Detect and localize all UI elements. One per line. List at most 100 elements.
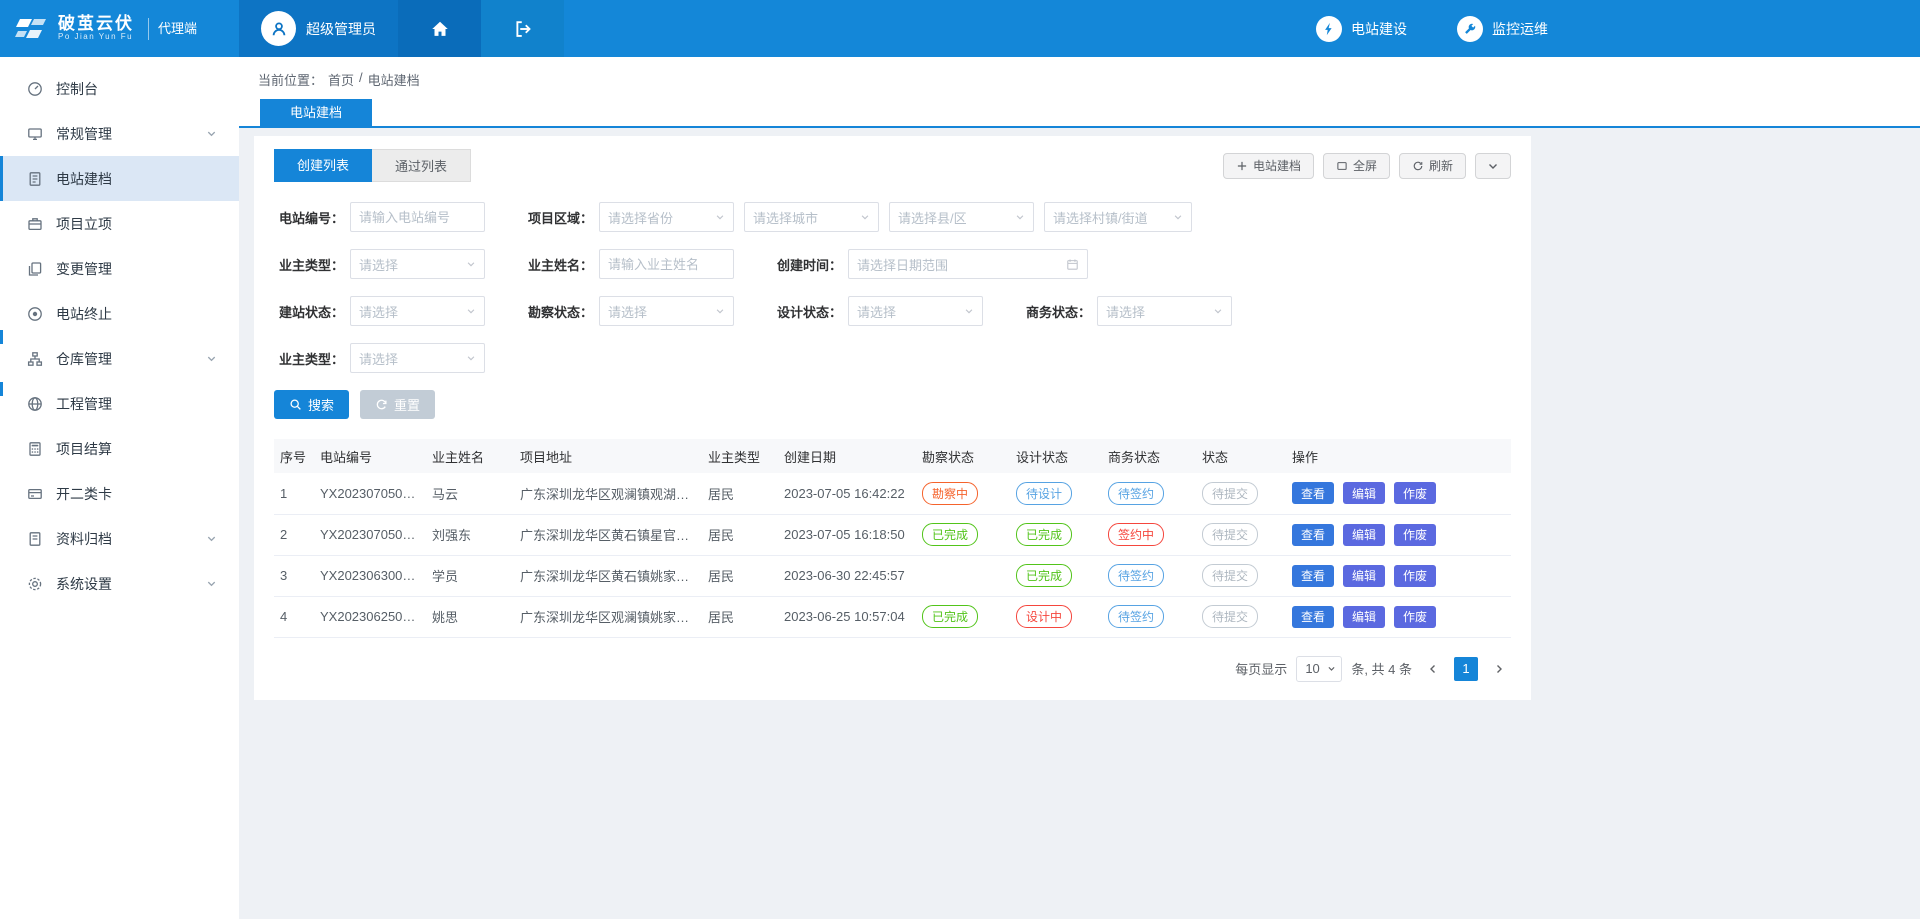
sidebar-item-console[interactable]: 控制台 [0,66,239,111]
cell-owner-name: 马云 [426,473,514,514]
fullscreen-button[interactable]: 全屏 [1323,153,1390,179]
cell-owner-name: 刘强东 [426,514,514,555]
chevron-down-icon [860,212,870,222]
logout-button[interactable] [481,0,564,57]
owner-type2-select[interactable]: 请选择 [350,343,485,373]
reset-button[interactable]: 重置 [360,390,435,419]
view-button[interactable]: 查看 [1292,565,1334,587]
owner-type-select[interactable]: 请选择 [350,249,485,279]
home-button[interactable] [398,0,481,57]
survey-status-select[interactable]: 请选择 [599,296,734,326]
pagination: 每页显示 10 条, 共 4 条 1 [274,656,1511,682]
create-station-button[interactable]: 电站建档 [1223,153,1314,179]
sidebar-item-warehouse-mgmt[interactable]: 仓库管理 [0,336,239,381]
breadcrumb-separator: / [359,70,363,89]
void-button[interactable]: 作废 [1394,565,1436,587]
sidebar-item-station-termination[interactable]: 电站终止 [0,291,239,336]
owner-name-input[interactable] [599,249,734,279]
total-label: 条, 共 4 条 [1351,659,1412,678]
sidebar-item-project-initiation[interactable]: 项目立项 [0,201,239,246]
county-select[interactable]: 请选择县/区 [889,202,1034,232]
void-button[interactable]: 作废 [1394,524,1436,546]
design-status-badge: 设计中 [1016,605,1072,628]
sidebar-item-type2-card[interactable]: 开二类卡 [0,471,239,516]
sidebar-item-label: 控制台 [56,79,98,99]
page-size-select[interactable]: 10 [1296,656,1342,682]
design-status-select[interactable]: 请选择 [848,296,983,326]
sidebar-item-system-settings[interactable]: 系统设置 [0,561,239,606]
cell-owner-type: 居民 [702,514,778,555]
view-button[interactable]: 查看 [1292,524,1334,546]
sidebar-item-label: 变更管理 [56,259,112,279]
sidebar-item-label: 资料归档 [56,529,112,549]
user-menu[interactable]: 超级管理员 [239,0,398,57]
sidebar-item-label: 电站建档 [56,169,112,189]
edit-button[interactable]: 编辑 [1343,482,1385,504]
view-button[interactable]: 查看 [1292,482,1334,504]
design-status-badge: 已完成 [1016,564,1072,587]
portal-label: 代理端 [148,18,197,40]
station-no-input[interactable] [350,202,485,232]
page-tab-station-filing[interactable]: 电站建档 [260,99,372,126]
wrench-icon [1457,16,1483,42]
sidebar-item-label: 常规管理 [56,124,112,144]
date-range-picker[interactable]: 请选择日期范围 [848,249,1088,279]
sidebar-item-engineering-mgmt[interactable]: 工程管理 [0,381,239,426]
edit-button[interactable]: 编辑 [1343,565,1385,587]
edit-button[interactable]: 编辑 [1343,606,1385,628]
town-select[interactable]: 请选择村镇/街道 [1044,202,1192,232]
calendar-icon [1066,258,1079,271]
chevron-down-icon [206,128,217,139]
col-owner-name: 业主姓名 [426,439,514,473]
business-status-select[interactable]: 请选择 [1097,296,1232,326]
sidebar-item-data-archive[interactable]: 资料归档 [0,516,239,561]
search-button[interactable]: 搜索 [274,390,349,419]
cell-station-no: YX2023070500011 [314,473,426,514]
refresh-button[interactable]: 刷新 [1399,153,1466,179]
chevron-down-icon [466,353,476,363]
build-status-select[interactable]: 请选择 [350,296,485,326]
survey-status-badge: 已完成 [922,523,978,546]
sidebar-scroll-mark [0,330,3,344]
toolbar-more-button[interactable] [1475,153,1511,179]
table-row: 2 YX2023070500010 刘强东 广东深圳龙华区黄石镇星官大... 居… [274,514,1511,555]
cell-station-no: YX2023070500010 [314,514,426,555]
col-owner-type: 业主类型 [702,439,778,473]
edit-button[interactable]: 编辑 [1343,524,1385,546]
sidebar-item-station-filing[interactable]: 电站建档 [0,156,239,201]
sidebar-item-project-settlement[interactable]: 项目结算 [0,426,239,471]
cell-station-no: YX2023063000009 [314,555,426,596]
archive-icon [27,531,43,547]
breadcrumb-home[interactable]: 首页 [328,70,354,89]
nav-station-construction[interactable]: 电站建设 [1316,16,1407,42]
filter-form: 电站编号： 项目区域： 请选择省份 请选择城市 请选择县/区 请选择村镇/街道 … [274,202,1511,373]
city-select[interactable]: 请选择城市 [744,202,879,232]
chevron-right-icon [1493,663,1505,675]
settings-icon [27,576,43,592]
sidebar-item-label: 项目结算 [56,439,112,459]
search-icon [289,398,302,411]
chevron-down-icon [964,306,974,316]
nav-monitoring-ops[interactable]: 监控运维 [1457,16,1548,42]
sitemap-icon [27,351,43,367]
province-select[interactable]: 请选择省份 [599,202,734,232]
tab-create-list[interactable]: 创建列表 [274,149,372,182]
tab-passed-list[interactable]: 通过列表 [372,149,471,182]
page-number-1[interactable]: 1 [1454,657,1478,681]
cell-address: 广东深圳龙华区观澜镇姚家庄... [514,596,702,637]
sidebar-item-label: 工程管理 [56,394,112,414]
cell-index: 2 [274,514,314,555]
next-page-button[interactable] [1487,657,1511,681]
cell-address: 广东深圳龙华区黄石镇星官大... [514,514,702,555]
design-status-badge: 待设计 [1016,482,1072,505]
void-button[interactable]: 作废 [1394,482,1436,504]
prev-page-button[interactable] [1421,657,1445,681]
view-button[interactable]: 查看 [1292,606,1334,628]
table-row: 3 YX2023063000009 学员 广东深圳龙华区黄石镇姚家庄... 居民… [274,555,1511,596]
avatar [261,11,296,46]
sidebar-item-general-mgmt[interactable]: 常规管理 [0,111,239,156]
col-survey-status: 勘察状态 [916,439,1010,473]
header-nav: 电站建设 监控运维 [1316,0,1548,57]
sidebar-item-change-mgmt[interactable]: 变更管理 [0,246,239,291]
void-button[interactable]: 作废 [1394,606,1436,628]
